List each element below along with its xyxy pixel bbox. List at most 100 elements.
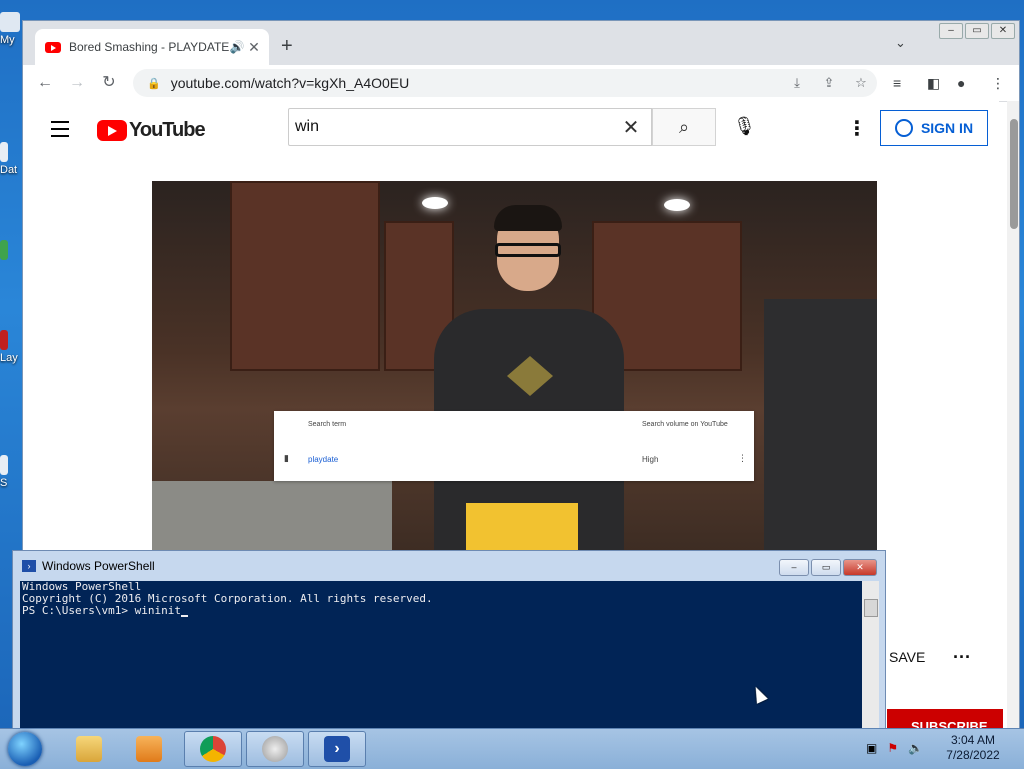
desktop-icon-layout[interactable]: Lay — [0, 330, 22, 364]
overlay-col1-header: Search term — [308, 421, 347, 428]
person-glasses — [495, 243, 561, 257]
youtube-logo[interactable]: YouTube — [97, 119, 206, 142]
desktop-icon-label: S — [0, 477, 8, 489]
new-tab-button[interactable]: + — [281, 35, 293, 58]
hamburger-menu-icon[interactable] — [51, 121, 69, 142]
reload-button[interactable]: ↻ — [97, 71, 121, 95]
video-player[interactable]: Search term Search volume on YouTube ▮ p… — [152, 181, 877, 561]
powershell-console[interactable]: Windows PowerShell Copyright (C) 2016 Mic… — [20, 581, 862, 731]
media-control-icon[interactable]: ≡ — [893, 75, 901, 91]
save-button[interactable]: SAVE — [889, 649, 925, 665]
minimize-button[interactable]: – — [939, 23, 963, 39]
youtube-favicon-icon — [45, 41, 61, 53]
powershell-title: Windows PowerShell — [42, 559, 155, 573]
tab-strip: Bored Smashing - PLAYDATE 🔊 ✕ + ⌄ – ▭ ✕ — [23, 21, 1019, 65]
network-icon[interactable]: ▣ — [866, 741, 877, 755]
action-center-flag-icon[interactable]: ⚑ — [887, 741, 898, 755]
browser-toolbar: ← → ↻ 🔒 youtube.com/watch?v=kgXh_A4O0EU … — [23, 65, 1019, 102]
clear-search-icon[interactable]: ✕ — [611, 115, 651, 140]
lock-icon[interactable]: 🔒 — [147, 77, 161, 90]
youtube-header: YouTube win ✕ ⌕ 🎙 ⋮ SIGN IN — [23, 101, 999, 157]
search-button[interactable]: ⌕ — [652, 108, 716, 146]
scrollbar-thumb[interactable] — [1010, 119, 1018, 229]
scrollbar-thumb[interactable] — [864, 599, 878, 617]
overlay-col2-header: Search volume on YouTube — [642, 421, 728, 428]
overlay-term: playdate — [308, 455, 339, 464]
desktop-icon-s[interactable]: S — [0, 455, 22, 489]
desktop-icon-label: Dat — [0, 164, 18, 176]
powershell-taskbar-icon: › — [324, 736, 350, 762]
clock-date: 7/28/2022 — [946, 748, 1000, 762]
overlay-more-icon: ⋮ — [738, 453, 747, 463]
volume-icon[interactable]: 🔈 — [908, 741, 923, 755]
console-command: PS C:\Users\vm1> wininit — [22, 604, 181, 617]
person-hair — [494, 205, 562, 231]
sign-in-button[interactable]: SIGN IN — [880, 110, 988, 146]
youtube-play-icon — [97, 120, 127, 141]
more-actions-icon[interactable]: ··· — [953, 647, 971, 668]
clock-time: 3:04 AM — [950, 733, 996, 747]
taskbar-powershell[interactable]: › — [308, 731, 366, 767]
bookmark-star-icon[interactable]: ☆ — [845, 75, 877, 91]
text-cursor — [180, 615, 188, 617]
kitchen-cabinet — [230, 181, 380, 371]
settings-kebab-icon[interactable]: ⋮ — [847, 116, 867, 141]
profile-icon[interactable]: ● — [957, 75, 965, 91]
taskbar-media-player[interactable] — [120, 731, 178, 767]
install-app-icon[interactable]: ⤓ — [781, 75, 813, 91]
powershell-scrollbar[interactable] — [862, 581, 879, 731]
taskbar: › ▣ ⚑ 🔈 3:04 AM 7/28/2022 — [0, 728, 1024, 769]
powershell-minimize-button[interactable]: – — [779, 559, 809, 576]
refrigerator — [764, 299, 877, 561]
maximize-button[interactable]: ▭ — [965, 23, 989, 39]
microphone-icon[interactable]: 🎙 — [733, 116, 756, 137]
account-icon — [894, 119, 913, 137]
tab-close-icon[interactable]: ✕ — [245, 39, 263, 56]
chrome-menu-icon[interactable]: ⋮ — [991, 75, 1005, 92]
share-icon[interactable]: ⇪ — [813, 75, 845, 91]
address-bar[interactable]: 🔒 youtube.com/watch?v=kgXh_A4O0EU ⤓ ⇪ ☆ — [133, 69, 877, 97]
ceiling-light — [664, 199, 690, 211]
ceiling-light — [422, 197, 448, 209]
window-controls: – ▭ ✕ — [939, 23, 1015, 39]
search-input[interactable]: win ✕ — [288, 108, 652, 146]
chrome-icon — [200, 736, 226, 762]
powershell-icon: › — [22, 560, 36, 572]
powershell-close-button[interactable]: ✕ — [843, 559, 877, 576]
search-icon: ⌕ — [678, 117, 690, 137]
forward-button[interactable]: → — [65, 71, 89, 95]
powershell-window: › Windows PowerShell – ▭ ✕ Windows Power… — [12, 550, 886, 731]
search-input-value[interactable]: win — [295, 118, 611, 136]
tab-title: Bored Smashing - PLAYDATE — [69, 40, 229, 54]
kitchen-counter — [152, 481, 392, 561]
folder-icon — [76, 736, 102, 762]
search-volume-overlay: Search term Search volume on YouTube ▮ p… — [274, 411, 754, 481]
tab-search-button[interactable]: ⌄ — [895, 35, 906, 51]
youtube-wordmark: YouTube — [129, 119, 206, 141]
desktop-icon-label: My — [0, 34, 15, 46]
system-tray: ▣ ⚑ 🔈 — [866, 741, 923, 755]
console-prompt-line[interactable]: PS C:\Users\vm1> wininit — [22, 605, 860, 617]
tab-audio-icon[interactable]: 🔊 — [229, 40, 245, 54]
system-clock[interactable]: 3:04 AM 7/28/2022 — [938, 733, 1008, 763]
back-button[interactable]: ← — [33, 71, 57, 95]
desktop-icon-chrome[interactable] — [0, 240, 22, 262]
taskbar-explorer[interactable] — [60, 731, 118, 767]
desktop-icon-my-computer[interactable]: My — [0, 12, 22, 46]
taskbar-chrome[interactable] — [184, 731, 242, 767]
page-scrollbar[interactable] — [1007, 101, 1019, 739]
sign-in-label: SIGN IN — [920, 120, 974, 136]
powershell-maximize-button[interactable]: ▭ — [811, 559, 841, 576]
taskbar-sound[interactable] — [246, 731, 304, 767]
side-panel-icon[interactable]: ◧ — [927, 75, 940, 92]
close-button[interactable]: ✕ — [991, 23, 1015, 39]
powershell-window-controls: – ▭ ✕ — [779, 559, 877, 576]
overlay-volume: High — [642, 455, 659, 464]
desktop-icon-label: Lay — [0, 352, 18, 364]
powershell-titlebar[interactable]: › Windows PowerShell — [13, 551, 885, 581]
start-button[interactable] — [8, 732, 42, 766]
url-text[interactable]: youtube.com/watch?v=kgXh_A4O0EU — [171, 75, 781, 91]
tab-youtube[interactable]: Bored Smashing - PLAYDATE 🔊 ✕ — [35, 29, 269, 65]
speaker-app-icon — [262, 736, 288, 762]
desktop-icon-data[interactable]: Dat — [0, 142, 22, 176]
